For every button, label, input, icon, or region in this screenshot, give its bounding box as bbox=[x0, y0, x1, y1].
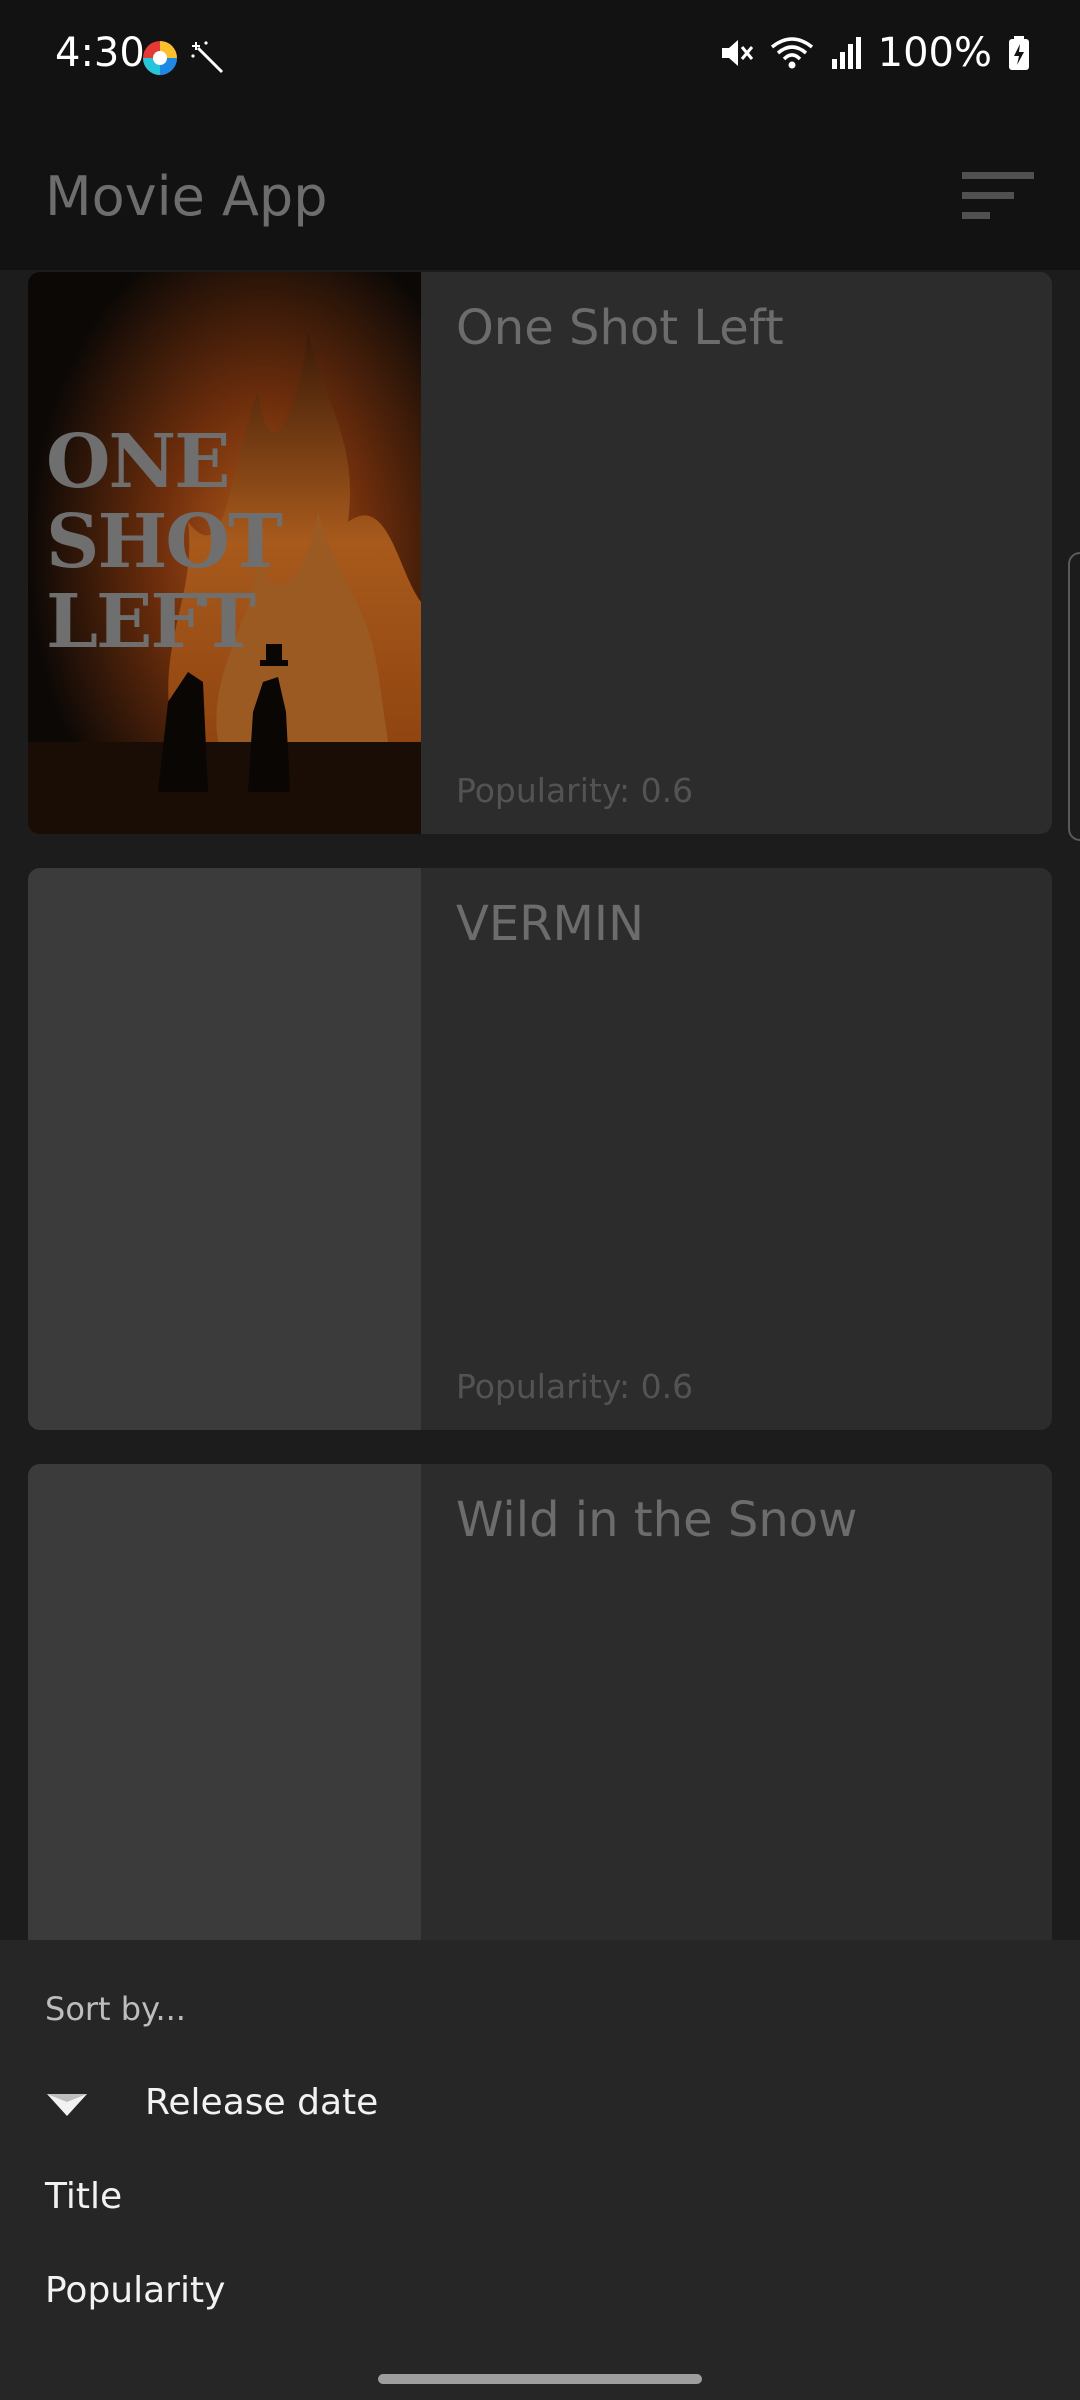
mute-icon bbox=[721, 40, 753, 66]
home-indicator[interactable] bbox=[378, 2374, 702, 2384]
signal-icon bbox=[831, 37, 861, 69]
movie-popularity: Popularity: 0.6 bbox=[456, 1367, 694, 1406]
screen: 4:30 100% Movie App ONE SHOT LEFT One Sh… bbox=[0, 0, 1080, 2400]
poster-title-text: ONE SHOT LEFT bbox=[46, 419, 283, 665]
poster-text-line: ONE bbox=[46, 419, 231, 505]
sort-option-label: Release date bbox=[145, 2082, 379, 2123]
movie-title: One Shot Left bbox=[456, 300, 784, 356]
sort-option-popularity[interactable]: Popularity bbox=[0, 2248, 1080, 2338]
scrollbar[interactable] bbox=[1068, 552, 1080, 841]
sort-bottom-sheet: Sort by... Release date Title Popularity bbox=[0, 1940, 1080, 2400]
status-time: 4:30 bbox=[55, 30, 145, 76]
battery-percent: 100% bbox=[877, 30, 992, 76]
movie-title: Wild in the Snow bbox=[456, 1492, 858, 1548]
sort-icon[interactable] bbox=[950, 152, 1040, 242]
movie-poster: ONE SHOT LEFT bbox=[28, 272, 421, 834]
triangle-down-icon bbox=[47, 2094, 87, 2116]
movie-card[interactable]: ONE SHOT LEFT One Shot Left Popularity: … bbox=[28, 272, 1052, 834]
app-title: Movie App bbox=[45, 165, 328, 228]
movie-poster-placeholder bbox=[28, 868, 421, 1430]
sort-option-label: Title bbox=[45, 2176, 123, 2217]
wifi-icon bbox=[770, 37, 813, 69]
poster-text-line: SHOT bbox=[46, 499, 283, 585]
magic-wand-icon bbox=[191, 41, 224, 74]
status-bar: 4:30 100% bbox=[0, 0, 1080, 120]
color-wheel-icon bbox=[143, 41, 177, 75]
battery-charging-icon bbox=[1009, 36, 1029, 70]
app-bar: Movie App bbox=[0, 120, 1080, 270]
movie-popularity: Popularity: 0.6 bbox=[456, 771, 694, 810]
movie-title: VERMIN bbox=[456, 896, 644, 952]
poster-text-line: LEFT bbox=[46, 579, 256, 665]
sort-option-release-date[interactable]: Release date bbox=[0, 2060, 1080, 2150]
sort-option-label: Popularity bbox=[45, 2270, 226, 2311]
sort-option-title[interactable]: Title bbox=[0, 2154, 1080, 2244]
status-right: 100% bbox=[718, 30, 1030, 76]
movie-card[interactable]: VERMIN Popularity: 0.6 bbox=[28, 868, 1052, 1430]
sort-sheet-header: Sort by... bbox=[45, 1990, 186, 2028]
movie-list: ONE SHOT LEFT One Shot Left Popularity: … bbox=[28, 272, 1052, 2060]
